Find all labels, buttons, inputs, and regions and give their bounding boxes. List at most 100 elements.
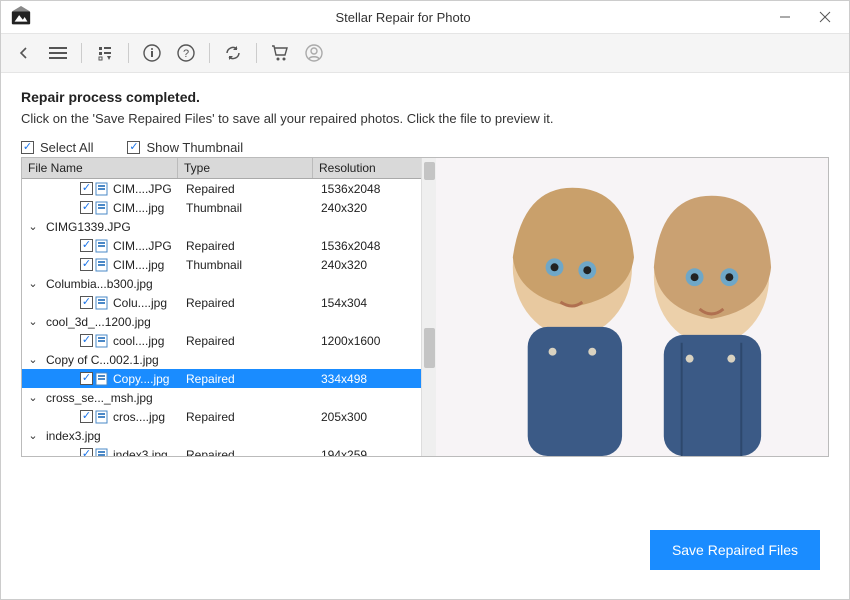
file-icon [95, 201, 109, 215]
file-resolution: 240x320 [317, 258, 436, 272]
file-name: Colu....jpg [113, 296, 167, 310]
file-row[interactable]: ·CIM....JPGRepaired1536x2048 [22, 236, 436, 255]
toolbar: ? [1, 33, 849, 73]
back-button[interactable] [13, 42, 35, 64]
file-name: cros....jpg [113, 410, 165, 424]
file-resolution: 1536x2048 [317, 182, 436, 196]
file-icon [95, 239, 109, 253]
col-header-name[interactable]: File Name [22, 158, 178, 178]
col-header-type[interactable]: Type [178, 158, 313, 178]
select-all-checkbox[interactable]: Select All [21, 140, 93, 155]
group-row[interactable]: ⌄CIMG1339.JPG [22, 217, 436, 236]
file-type: Repaired [182, 448, 317, 457]
app-logo-icon [9, 5, 33, 29]
file-row[interactable]: ·CIM....JPGRepaired1536x2048 [22, 179, 436, 198]
cart-icon[interactable] [269, 42, 291, 64]
page-title: Repair process completed. [21, 89, 829, 105]
file-icon [95, 182, 109, 196]
expand-icon[interactable]: ⌄ [26, 391, 40, 404]
close-button[interactable] [805, 1, 845, 33]
separator [81, 43, 82, 63]
row-checkbox[interactable] [80, 258, 93, 271]
file-name: Copy....jpg [113, 372, 169, 386]
file-type: Repaired [182, 334, 317, 348]
group-name: Copy of C...002.1.jpg [46, 353, 159, 367]
group-row[interactable]: ⌄ index3.jpg [22, 426, 436, 445]
expand-icon[interactable]: ⌄ [26, 220, 40, 233]
file-type: Repaired [182, 410, 317, 424]
file-row[interactable]: ·CIM....jpgThumbnail240x320 [22, 255, 436, 274]
file-resolution: 205x300 [317, 410, 436, 424]
expand-icon[interactable]: ⌄ [26, 429, 40, 442]
window-title: Stellar Repair for Photo [41, 10, 765, 25]
scroll-up-arrow[interactable] [424, 162, 435, 180]
file-row[interactable]: ·Colu....jpgRepaired154x304 [22, 293, 436, 312]
separator [128, 43, 129, 63]
expand-icon[interactable]: ⌄ [26, 277, 40, 290]
file-icon [95, 296, 109, 310]
col-header-resolution[interactable]: Resolution [313, 158, 436, 178]
minimize-button[interactable] [765, 1, 805, 33]
title-bar: Stellar Repair for Photo [1, 1, 849, 33]
group-row[interactable]: ⌄cross_se..._msh.jpg [22, 388, 436, 407]
page-subtitle: Click on the 'Save Repaired Files' to sa… [21, 111, 829, 126]
file-icon [95, 410, 109, 424]
file-icon [95, 372, 109, 386]
file-name: CIM....jpg [113, 258, 164, 272]
file-type: Repaired [182, 372, 317, 386]
row-checkbox[interactable] [80, 410, 93, 423]
group-name: index3.jpg [46, 429, 101, 443]
file-row[interactable]: ·index3.jpgRepaired194x259 [22, 445, 436, 456]
row-checkbox[interactable] [80, 201, 93, 214]
group-row[interactable]: ⌄cool_3d_...1200.jpg [22, 312, 436, 331]
file-resolution: 154x304 [317, 296, 436, 310]
file-type: Repaired [182, 182, 317, 196]
file-type: Thumbnail [182, 258, 317, 272]
file-row[interactable]: ·Copy....jpgRepaired334x498 [22, 369, 436, 388]
file-grid: File Name Type Resolution ·CIM....JPGRep… [22, 158, 436, 456]
list-icon[interactable] [94, 42, 116, 64]
row-checkbox[interactable] [80, 239, 93, 252]
row-checkbox[interactable] [80, 182, 93, 195]
show-thumbnail-checkbox[interactable]: Show Thumbnail [127, 140, 243, 155]
svg-text:?: ? [183, 48, 189, 60]
file-type: Repaired [182, 239, 317, 253]
save-repaired-files-button[interactable]: Save Repaired Files [650, 530, 820, 570]
separator [209, 43, 210, 63]
preview-image [436, 158, 828, 456]
file-resolution: 1200x1600 [317, 334, 436, 348]
file-row[interactable]: ·CIM....jpgThumbnail240x320 [22, 198, 436, 217]
refresh-icon[interactable] [222, 42, 244, 64]
file-row[interactable]: ·cros....jpgRepaired205x300 [22, 407, 436, 426]
file-resolution: 240x320 [317, 201, 436, 215]
scroll-thumb[interactable] [424, 328, 435, 368]
row-checkbox[interactable] [80, 296, 93, 309]
file-type: Thumbnail [182, 201, 317, 215]
grid-body: ·CIM....JPGRepaired1536x2048·CIM....jpgT… [22, 179, 436, 456]
row-checkbox[interactable] [80, 372, 93, 385]
user-icon[interactable] [303, 42, 325, 64]
preview-pane [436, 158, 828, 456]
group-row[interactable]: ⌄ Copy of C...002.1.jpg [22, 350, 436, 369]
row-checkbox[interactable] [80, 334, 93, 347]
file-icon [95, 334, 109, 348]
show-thumbnail-label: Show Thumbnail [146, 140, 243, 155]
row-checkbox[interactable] [80, 448, 93, 456]
select-all-label: Select All [40, 140, 93, 155]
expand-icon[interactable]: ⌄ [26, 353, 40, 366]
file-resolution: 194x259 [317, 448, 436, 457]
info-icon[interactable] [141, 42, 163, 64]
file-resolution: 334x498 [317, 372, 436, 386]
file-resolution: 1536x2048 [317, 239, 436, 253]
file-type: Repaired [182, 296, 317, 310]
file-name: CIM....JPG [113, 182, 172, 196]
menu-icon[interactable] [47, 42, 69, 64]
group-row[interactable]: ⌄ Columbia...b300.jpg [22, 274, 436, 293]
expand-icon[interactable]: ⌄ [26, 315, 40, 328]
group-name: Columbia...b300.jpg [46, 277, 153, 291]
file-row[interactable]: ·cool....jpgRepaired1200x1600 [22, 331, 436, 350]
help-icon[interactable]: ? [175, 42, 197, 64]
file-name: index3.jpg [113, 448, 168, 457]
vertical-scrollbar[interactable] [421, 158, 436, 456]
file-name: CIM....jpg [113, 201, 164, 215]
